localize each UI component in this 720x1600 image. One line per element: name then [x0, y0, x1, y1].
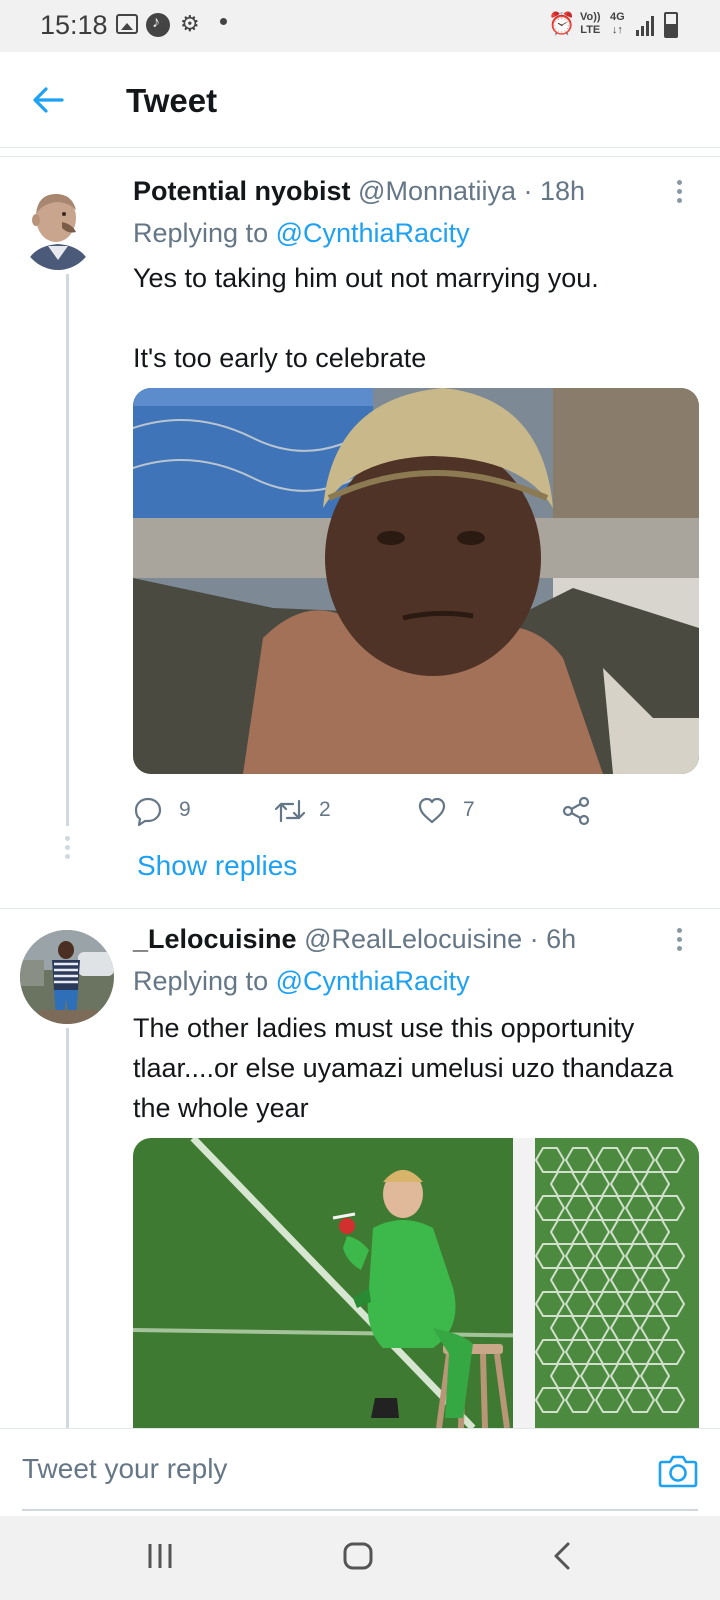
- author-name[interactable]: _Lelocuisine: [133, 924, 297, 954]
- mention-link[interactable]: @CynthiaRacity: [276, 966, 470, 996]
- reply-composer: Tweet your reply: [0, 1428, 720, 1516]
- camera-icon[interactable]: [658, 1453, 698, 1489]
- system-nav-bar: [0, 1516, 720, 1600]
- tweet-text: The other ladies must use this opportuni…: [133, 1013, 674, 1123]
- tweet-2[interactable]: _Lelocuisine @RealLelocuisine · 6h Reply…: [0, 0, 720, 1428]
- home-icon[interactable]: [342, 1540, 374, 1577]
- avatar[interactable]: [20, 930, 114, 1024]
- recent-apps-icon[interactable]: [146, 1540, 174, 1577]
- tweet-image[interactable]: [133, 1138, 699, 1428]
- reply-input[interactable]: Tweet your reply: [22, 1453, 227, 1485]
- author-handle-time: @RealLelocuisine · 6h: [304, 924, 577, 954]
- replying-to-label: Replying to: [133, 966, 276, 996]
- reply-underline: [22, 1509, 698, 1511]
- tweet-author-line: _Lelocuisine @RealLelocuisine · 6h: [133, 924, 576, 955]
- replying-to: Replying to @CynthiaRacity: [133, 966, 470, 997]
- thread-line: [66, 1028, 69, 1428]
- back-icon[interactable]: [550, 1540, 574, 1577]
- more-options-icon[interactable]: [674, 926, 684, 956]
